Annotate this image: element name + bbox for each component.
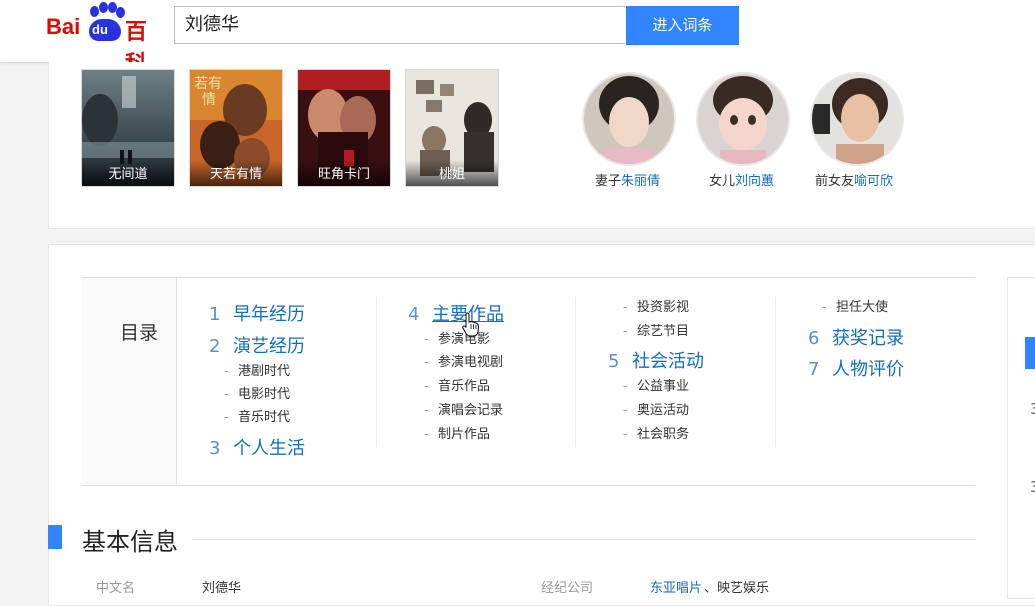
toc-sub-label: 担任大使 — [836, 300, 889, 315]
poster-a-simple-life[interactable]: 桃姐 — [406, 70, 498, 186]
toc-sub-label: 演唱会记录 — [438, 403, 504, 418]
toc-item-personal-life[interactable]: 3 个人生活 — [209, 434, 305, 460]
toc-number: 1 — [209, 304, 221, 325]
toc-number: 4 — [408, 304, 420, 325]
side-panel — [1007, 277, 1035, 599]
relation-role: 女儿 — [709, 174, 736, 189]
catalog-title: 目录 — [120, 322, 159, 344]
poster-caption: 旺角卡门 — [298, 160, 390, 186]
avatar-image — [698, 74, 788, 164]
toc-label: 人物评价 — [832, 359, 904, 380]
toc-label: 个人生活 — [233, 438, 305, 459]
enter-entry-button[interactable]: 进入词条 — [626, 6, 739, 45]
side-text: 3 — [1030, 478, 1035, 496]
toc-subitem[interactable]: - 公益事业 — [623, 375, 689, 394]
toc-item-main-works[interactable]: 4主要作品 — [408, 300, 504, 326]
svg-text:若有: 若有 — [194, 76, 222, 92]
toc-number: 2 — [209, 336, 221, 357]
toc-subitem[interactable]: - 电影时代 — [224, 383, 290, 402]
top-bar: Bai du 百科 刘德华 进入词条 — [0, 0, 1035, 77]
search-input[interactable]: 刘德华 — [174, 6, 625, 44]
poster-as-tears-go-by[interactable]: 旺角卡门 — [298, 70, 390, 186]
side-accent-bar — [1025, 337, 1035, 369]
relation-name-link[interactable]: 喻可欣 — [854, 174, 893, 189]
svg-text:情: 情 — [202, 92, 216, 108]
avatar-daughter[interactable] — [696, 72, 790, 166]
relation-daughter[interactable]: 女儿刘向蕙 — [709, 170, 774, 189]
relation-role: 前女友 — [815, 174, 855, 189]
logo-text-bai: Bai — [46, 14, 81, 39]
toc-subitem[interactable]: - 奥运活动 — [623, 399, 689, 418]
column-divider — [575, 297, 576, 447]
toc-sub-label: 奥运活动 — [637, 403, 690, 418]
toc-subitem[interactable]: - 投资影视 — [623, 296, 689, 315]
toc-number: 3 — [209, 438, 221, 459]
avatar-ex-girlfriend[interactable] — [810, 72, 904, 166]
hand-cursor-icon — [462, 312, 480, 337]
toc-subitem[interactable]: - 担任大使 — [822, 296, 888, 315]
avatar-image — [812, 74, 902, 164]
toc-label: 社会活动 — [632, 351, 704, 372]
toc-label: 早年经历 — [233, 304, 305, 325]
relation-name-link[interactable]: 朱丽倩 — [621, 174, 660, 189]
toc-number: 5 — [608, 351, 620, 372]
toc-number: 7 — [808, 359, 820, 380]
toc-subitem[interactable]: - 制片作品 — [424, 423, 490, 442]
toc-sub-label: 投资影视 — [637, 300, 690, 315]
side-text: 3 — [1030, 400, 1035, 418]
baidu-baike-logo[interactable]: Bai du 百科 — [46, 2, 164, 77]
toc-subitem[interactable]: - 社会职务 — [623, 423, 689, 442]
toc-sub-label: 电影时代 — [238, 387, 291, 402]
column-divider — [376, 297, 377, 447]
relation-name-link[interactable]: 刘向蕙 — [735, 174, 774, 189]
logo-text-du: du — [92, 22, 108, 37]
toc-subitem[interactable]: - 港剧时代 — [224, 360, 290, 379]
toc-item-career[interactable]: 2 演艺经历 — [209, 332, 305, 358]
poster-caption: 天若有情 — [190, 160, 282, 186]
toc-subitem[interactable]: - 音乐时代 — [224, 406, 290, 425]
poster-a-moment-of-romance[interactable]: 若有 情 天若有情 — [190, 70, 282, 186]
toc-sub-label: 综艺节目 — [637, 324, 690, 339]
poster-caption: 桃姐 — [406, 160, 498, 186]
section-title-basic-info: 基本信息 — [82, 528, 178, 556]
toc-sub-label: 参演电视剧 — [438, 355, 504, 370]
toc-item-evaluation[interactable]: 7 人物评价 — [808, 355, 904, 381]
toc-number: 6 — [808, 328, 820, 349]
toc-sub-label: 音乐时代 — [238, 410, 291, 425]
toc-sub-label: 音乐作品 — [438, 379, 491, 394]
relation-role: 妻子 — [595, 174, 622, 189]
poster-caption: 无间道 — [82, 160, 174, 186]
avatar-wife[interactable] — [582, 72, 676, 166]
toc-subitem[interactable]: - 演唱会记录 — [424, 399, 503, 418]
toc-subitem[interactable]: - 音乐作品 — [424, 375, 490, 394]
toc-label: 获奖记录 — [832, 328, 904, 349]
toc-sub-label: 港剧时代 — [238, 364, 291, 379]
relation-ex-girlfriend[interactable]: 前女友喻可欣 — [815, 170, 893, 189]
toc-sub-label: 社会职务 — [637, 427, 690, 442]
relation-wife[interactable]: 妻子朱丽倩 — [595, 170, 660, 189]
toc-sub-label: 制片作品 — [438, 427, 491, 442]
section-divider — [192, 539, 975, 540]
column-divider — [775, 297, 776, 447]
poster-infernal-affairs[interactable]: 无间道 — [82, 70, 174, 186]
paw-icon: du — [83, 2, 125, 42]
toc-subitem[interactable]: - 参演电视剧 — [424, 351, 503, 370]
section-accent-bar — [48, 525, 62, 549]
toc-item-awards[interactable]: 6 获奖记录 — [808, 324, 904, 350]
toc-sub-label: 公益事业 — [637, 379, 690, 394]
avatar-image — [584, 74, 674, 164]
catalog-title-box — [82, 278, 177, 484]
toc-item-early-life[interactable]: 1 早年经历 — [209, 300, 305, 326]
toc-item-social-activities[interactable]: 5 社会活动 — [608, 347, 704, 373]
toc-subitem[interactable]: - 综艺节目 — [623, 320, 689, 339]
toc-label: 演艺经历 — [233, 336, 305, 357]
